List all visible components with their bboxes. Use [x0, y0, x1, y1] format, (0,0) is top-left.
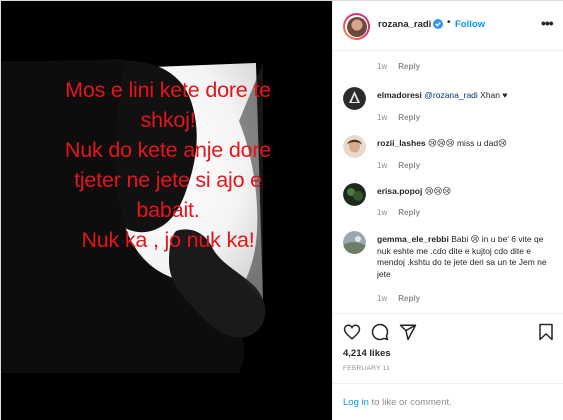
- comment-username[interactable]: gemma_ele_rebbi: [377, 234, 449, 244]
- verified-badge-icon: [433, 19, 443, 29]
- comment-time: 1w: [377, 161, 388, 170]
- comment-username[interactable]: rozii_lashes: [377, 138, 426, 148]
- more-options-icon[interactable]: •••: [541, 15, 554, 31]
- comment-text: rozii_lashes 😢😢😢 miss u dad😢: [377, 138, 557, 150]
- comment-reply-button[interactable]: Reply: [398, 294, 420, 303]
- commenter-avatar[interactable]: [343, 87, 366, 110]
- overlay-line: Nuk do kete anje dore: [64, 138, 272, 162]
- comment-mention[interactable]: @rozana_radi: [424, 90, 478, 100]
- share-icon[interactable]: [399, 323, 417, 341]
- avatar-image: [343, 135, 366, 158]
- post-header: rozana_radi • Follow •••: [333, 1, 563, 51]
- comment-time: 1w: [377, 294, 388, 303]
- comment-text: erisa.popoj 😢😢😢: [377, 186, 557, 198]
- overlay-line: Nuk ka , jo nuk ka!: [81, 228, 255, 252]
- overlay-line: shkoj!: [140, 108, 196, 132]
- overlay-line: Mos e lini kete dore te: [65, 78, 271, 102]
- action-bar: [333, 313, 563, 353]
- follow-button[interactable]: Follow: [455, 19, 485, 30]
- overlay-caption: Mos e lini kete dore te shkoj! Nuk do ke…: [15, 75, 321, 255]
- comment-icon[interactable]: [371, 323, 389, 341]
- comment-meta: 1w Reply: [377, 294, 420, 303]
- heart-icon[interactable]: [343, 323, 361, 341]
- login-prompt: Log in to like or comment.: [333, 383, 563, 420]
- overlay-line: tjeter ne jete si ajo e: [74, 168, 262, 192]
- post-sidebar: rozana_radi • Follow ••• 1w Reply elmado…: [332, 1, 563, 420]
- post-date[interactable]: FEBRUARY 11: [343, 365, 390, 372]
- login-prompt-text: Log in to like or comment.: [343, 397, 452, 408]
- avatar-image: [343, 231, 366, 254]
- comment-text: gemma_ele_rebbi Babi 😢 in u be' 6 vite q…: [377, 234, 557, 280]
- author-avatar[interactable]: [343, 13, 370, 40]
- comment-meta: 1w Reply: [377, 113, 420, 122]
- overlay-line: babait.: [136, 198, 200, 222]
- comment-reply-button[interactable]: Reply: [398, 113, 420, 122]
- login-prompt-rest: to like or comment.: [368, 397, 452, 408]
- comment-text: elmadoresi @rozana_radi Xhan ♥: [377, 90, 557, 102]
- comment-reply-button[interactable]: Reply: [398, 208, 420, 217]
- comment-meta: 1w Reply: [377, 161, 420, 170]
- commenter-avatar[interactable]: [343, 231, 366, 254]
- caption-meta: 1w Reply: [377, 62, 420, 71]
- comment-username[interactable]: elmadoresi: [377, 90, 422, 100]
- header-separator: •: [447, 17, 451, 28]
- commenter-avatar[interactable]: [343, 135, 366, 158]
- avatar-photo: [346, 16, 367, 37]
- comment-meta: 1w Reply: [377, 208, 420, 217]
- avatar-ring-inner: [345, 15, 368, 38]
- commenter-avatar[interactable]: [343, 183, 366, 206]
- avatar-image: [343, 87, 366, 110]
- avatar-image: [343, 183, 366, 206]
- login-link[interactable]: Log in: [343, 397, 369, 408]
- comment-message: Xhan ♥: [477, 90, 508, 100]
- comment-message: 😢😢😢: [422, 186, 452, 196]
- caption-reply-button[interactable]: Reply: [398, 62, 420, 71]
- author-username[interactable]: rozana_radi: [378, 19, 431, 30]
- comment-time: 1w: [377, 208, 388, 217]
- likes-count[interactable]: 4,214 likes: [343, 348, 391, 359]
- bookmark-icon[interactable]: [537, 323, 555, 341]
- comment-message: 😢😢😢 miss u dad😢: [425, 138, 507, 148]
- comment-reply-button[interactable]: Reply: [398, 161, 420, 170]
- instagram-post-window: Mos e lini kete dore te shkoj! Nuk do ke…: [0, 0, 563, 420]
- caption-time: 1w: [377, 62, 388, 71]
- comment-time: 1w: [377, 113, 388, 122]
- comment-username[interactable]: erisa.popoj: [377, 186, 422, 196]
- post-image[interactable]: Mos e lini kete dore te shkoj! Nuk do ke…: [1, 1, 332, 420]
